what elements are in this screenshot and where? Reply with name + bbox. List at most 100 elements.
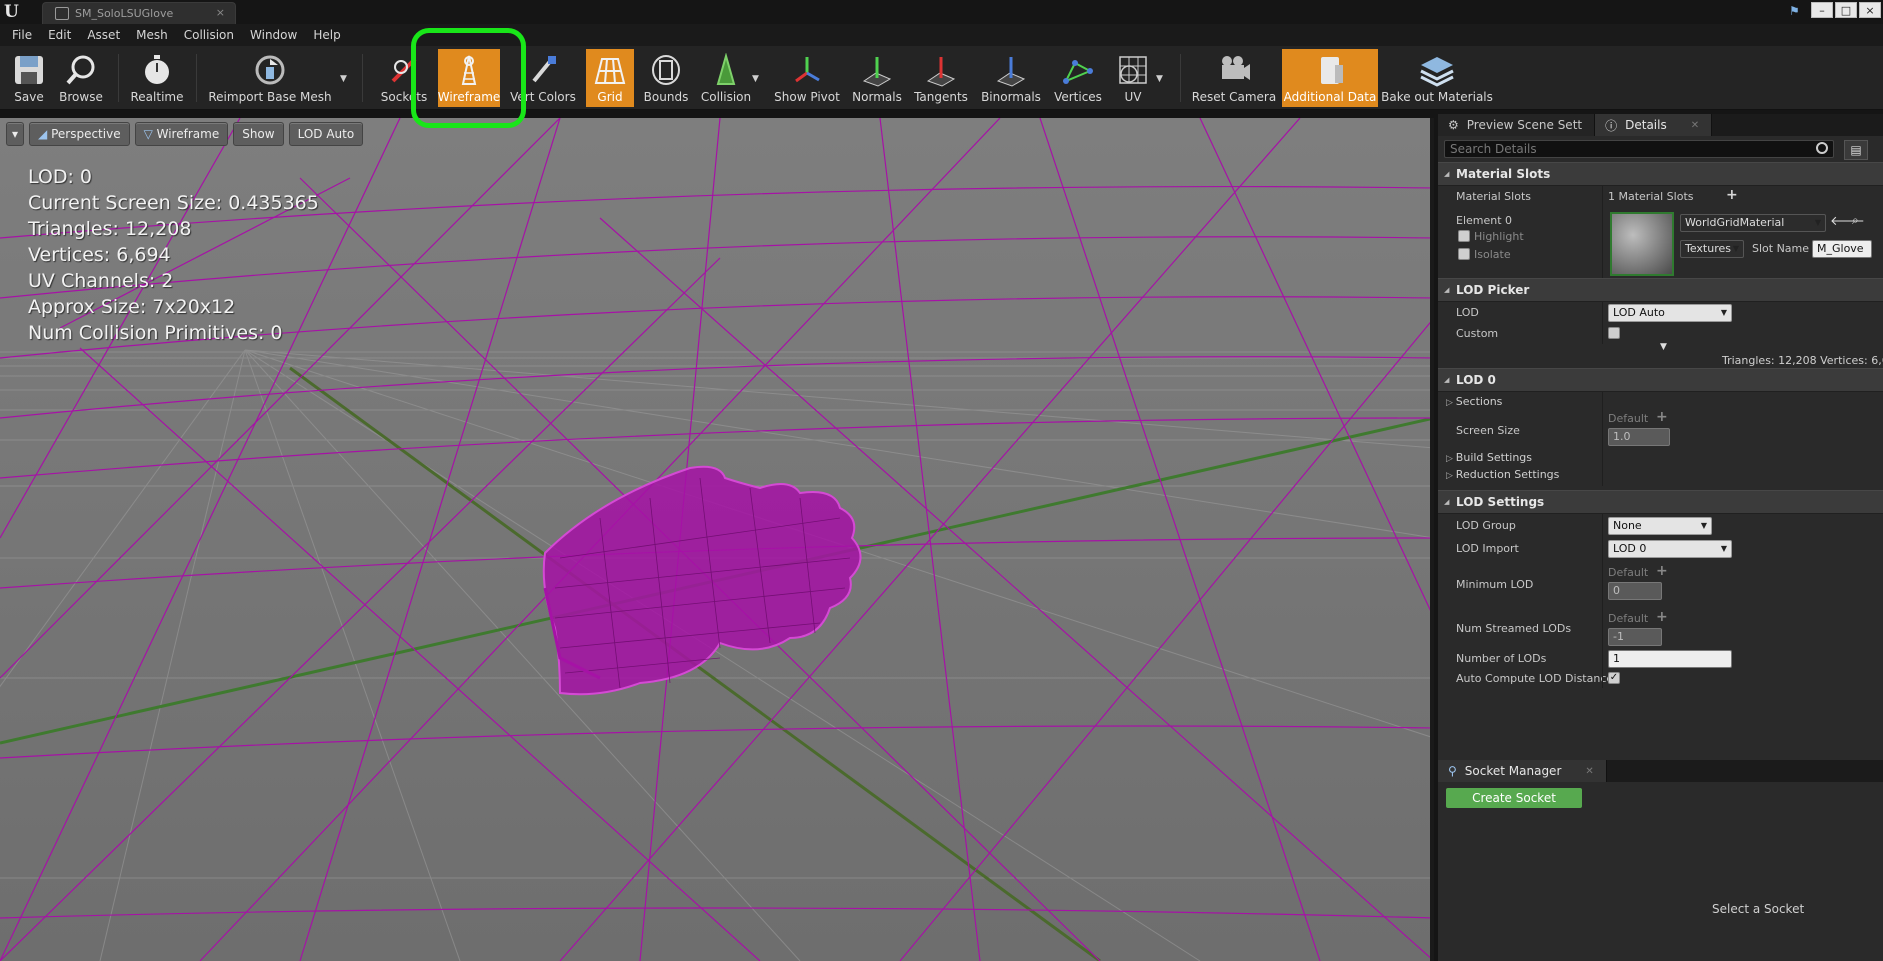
lod-import-row: LOD Import LOD 0 — [1438, 536, 1883, 560]
number-of-lods-input[interactable]: 1 — [1608, 650, 1732, 668]
menu-window[interactable]: Window — [242, 28, 305, 42]
browse-button[interactable]: Browse — [56, 49, 106, 107]
menu-collision[interactable]: Collision — [176, 28, 242, 42]
category-lod-picker[interactable]: LOD Picker — [1438, 278, 1883, 302]
use-selected-arrow-icon[interactable]: 🡐 — [1830, 213, 1865, 229]
maximize-button[interactable]: □ — [1835, 2, 1857, 18]
collision-button[interactable]: Collision — [698, 49, 754, 107]
realtime-icon — [137, 52, 177, 88]
collision-dropdown-icon[interactable]: ▼ — [752, 74, 759, 84]
menu-help[interactable]: Help — [305, 28, 348, 42]
save-button[interactable]: Save — [6, 49, 52, 107]
reset-camera-button[interactable]: Reset Camera — [1192, 49, 1276, 107]
panel-tabs: ⚙ Preview Scene Sett ⓘ Details ✕ — [1438, 114, 1883, 136]
advanced-expander[interactable]: ▼ — [1438, 342, 1883, 354]
menu-asset[interactable]: Asset — [79, 28, 128, 42]
show-button[interactable]: Show — [233, 122, 284, 146]
show-pivot-button[interactable]: Show Pivot — [772, 49, 842, 107]
screen-size-row: Screen Size Default + 1.0 — [1438, 409, 1883, 448]
realtime-button[interactable]: Realtime — [128, 49, 186, 107]
socket-manager-tabs: ⚲ Socket Manager ✕ — [1438, 760, 1883, 782]
perspective-button[interactable]: ◢ Perspective — [29, 122, 130, 146]
tab-preview-scene-settings[interactable]: ⚙ Preview Scene Sett — [1438, 114, 1596, 136]
viewport-toolbar: ▾ ◢ Perspective ▽ Wireframe Show LOD Aut… — [6, 122, 364, 146]
normals-icon — [857, 52, 897, 88]
isolate-checkbox[interactable] — [1458, 248, 1470, 260]
add-streamed-override-icon[interactable]: + — [1656, 609, 1668, 625]
pivot-icon — [787, 52, 827, 88]
grid-icon — [590, 52, 630, 88]
tab-socket-manager[interactable]: ⚲ Socket Manager ✕ — [1438, 760, 1607, 782]
search-details-input[interactable]: Search Details — [1444, 140, 1834, 158]
reimport-base-mesh-button[interactable]: Reimport Base Mesh — [208, 49, 332, 107]
vertices-button[interactable]: Vertices — [1052, 49, 1104, 107]
toolbar-separator — [118, 54, 119, 102]
bake-icon — [1417, 52, 1457, 88]
close-tab-icon[interactable]: × — [216, 6, 225, 19]
sections-row[interactable]: Sections — [1438, 392, 1883, 410]
view-mode-button[interactable]: ▽ Wireframe — [134, 122, 229, 146]
minimum-lod-input[interactable]: 0 — [1608, 582, 1662, 600]
menu-file[interactable]: File — [4, 28, 40, 42]
material-combo[interactable]: WorldGridMaterial — [1680, 214, 1826, 232]
bake-out-materials-button[interactable]: Bake out Materials — [1381, 49, 1493, 107]
toolbar-separator — [1180, 54, 1181, 102]
tab-details[interactable]: ⓘ Details ✕ — [1595, 114, 1713, 136]
add-min-lod-override-icon[interactable]: + — [1656, 563, 1668, 579]
category-lod-settings[interactable]: LOD Settings — [1438, 490, 1883, 514]
material-thumbnail[interactable] — [1610, 212, 1674, 276]
feedback-icon[interactable]: ⚑ — [1789, 4, 1805, 18]
category-material-slots[interactable]: Material Slots — [1438, 162, 1883, 186]
additional-data-icon — [1310, 52, 1350, 88]
add-material-slot-icon[interactable]: + — [1726, 187, 1738, 203]
stat-lod: LOD: 0 — [28, 166, 93, 188]
add-platform-override-icon[interactable]: + — [1656, 409, 1668, 425]
reimport-dropdown-icon[interactable]: ▼ — [340, 74, 347, 84]
build-settings-row[interactable]: Build Settings — [1438, 448, 1883, 466]
minimize-button[interactable]: – — [1811, 2, 1833, 18]
view-options-button[interactable]: ▤ — [1844, 140, 1868, 160]
auto-compute-lod-checkbox[interactable]: ✓ — [1608, 672, 1620, 684]
screen-size-input[interactable]: 1.0 — [1608, 428, 1670, 446]
tangents-button[interactable]: Tangents — [912, 49, 970, 107]
grid-button[interactable]: Grid — [586, 49, 634, 107]
num-streamed-lods-input[interactable]: -1 — [1608, 628, 1662, 646]
textures-dropdown[interactable]: Textures — [1680, 240, 1744, 258]
details-search-row: Search Details ▤ — [1438, 136, 1883, 162]
uv-icon — [1113, 52, 1153, 88]
uv-dropdown-icon[interactable]: ▼ — [1156, 74, 1163, 84]
socket-manager-panel: ⚲ Socket Manager ✕ Create Socket Select … — [1438, 760, 1883, 961]
expand-arrow-icon[interactable]: ▼ — [1660, 342, 1667, 352]
viewport-options-button[interactable]: ▾ — [6, 122, 25, 146]
normals-button[interactable]: Normals — [850, 49, 904, 107]
socket-empty-text: Select a Socket — [1712, 902, 1805, 916]
window-controls: – □ × — [1811, 2, 1881, 18]
lod-picker-dropdown[interactable]: LOD Auto — [1608, 304, 1732, 322]
custom-row: Custom — [1438, 324, 1883, 344]
unreal-logo-icon[interactable]: U — [4, 2, 24, 22]
collision-icon — [706, 52, 746, 88]
menu-edit[interactable]: Edit — [40, 28, 79, 42]
mesh-viewport[interactable]: ▾ ◢ Perspective ▽ Wireframe Show LOD Aut… — [0, 118, 1434, 961]
menu-mesh[interactable]: Mesh — [128, 28, 176, 42]
reduction-settings-row[interactable]: Reduction Settings — [1438, 466, 1883, 486]
uv-button[interactable]: UV — [1110, 49, 1156, 107]
lod-auto-button[interactable]: LOD Auto — [288, 122, 364, 146]
custom-checkbox[interactable] — [1608, 327, 1620, 339]
slot-name-input[interactable]: M_Glove — [1812, 240, 1872, 258]
browse-material-icon[interactable]: ⌕ — [1852, 213, 1859, 228]
create-socket-button[interactable]: Create Socket — [1446, 788, 1582, 808]
category-lod-0[interactable]: LOD 0 — [1438, 368, 1883, 392]
lod-group-dropdown[interactable]: None — [1608, 517, 1712, 535]
lod-import-dropdown[interactable]: LOD 0 — [1608, 540, 1732, 558]
close-window-button[interactable]: × — [1859, 2, 1881, 18]
minimum-lod-row: Minimum LOD Default + 0 — [1438, 560, 1883, 606]
asset-tab[interactable]: SM_SoloLSUGlove × — [42, 2, 236, 24]
stat-vertices: Vertices: 6,694 — [28, 244, 171, 266]
highlight-checkbox[interactable] — [1458, 230, 1470, 242]
bounds-button[interactable]: Bounds — [642, 49, 690, 107]
binormals-button[interactable]: Binormals — [978, 49, 1044, 107]
close-socket-tab-icon[interactable]: ✕ — [1585, 766, 1593, 777]
additional-data-button[interactable]: Additional Data — [1282, 49, 1378, 107]
close-details-tab-icon[interactable]: ✕ — [1691, 120, 1699, 131]
